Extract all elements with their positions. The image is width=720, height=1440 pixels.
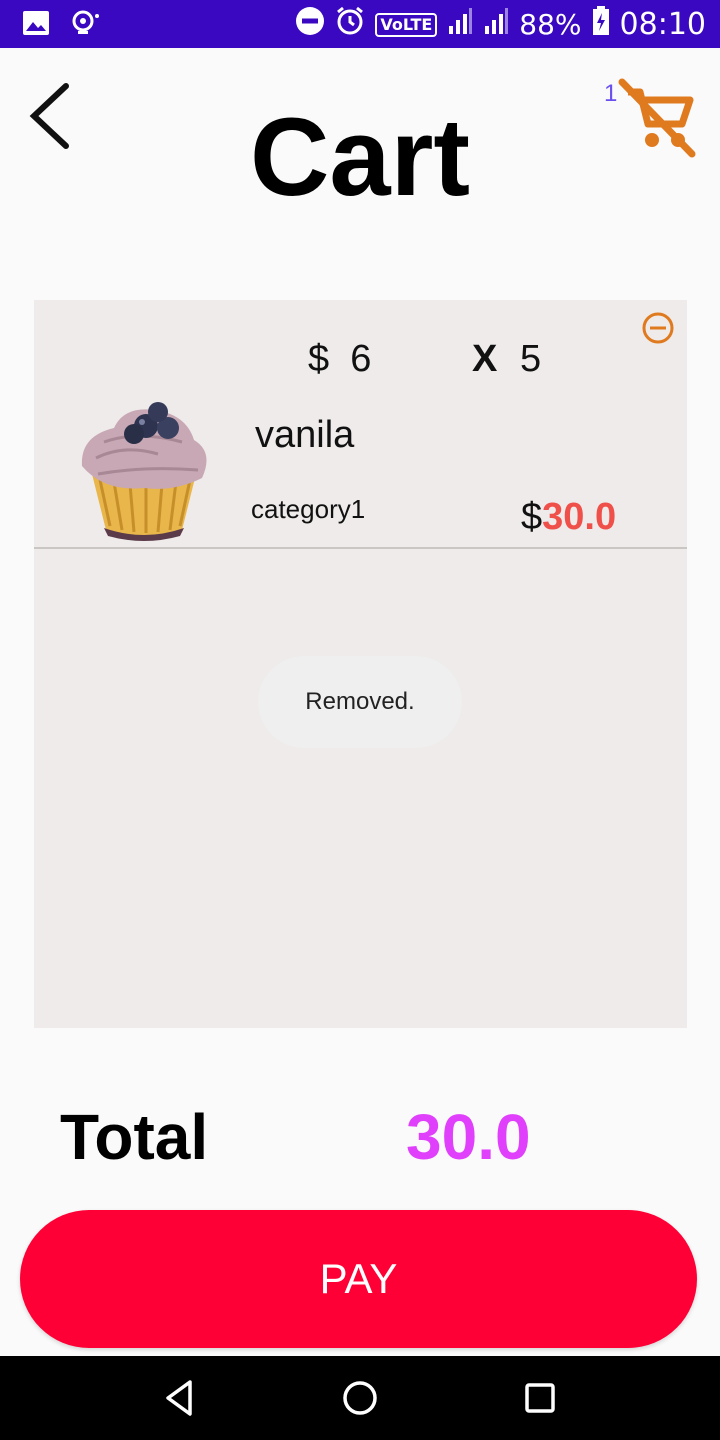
nav-recents-icon bbox=[525, 1383, 555, 1413]
product-name: vanila bbox=[255, 414, 355, 456]
item-total-value: 30.0 bbox=[542, 496, 617, 538]
nav-back-button[interactable] bbox=[158, 1376, 202, 1420]
navigation-bar bbox=[0, 1356, 720, 1440]
status-bar: VoLTE 88% 08:10 bbox=[0, 0, 720, 48]
cart-list: $ 6 X 5 vanila category1 $30.0 Removed. bbox=[34, 300, 687, 1028]
alarm-icon bbox=[335, 6, 365, 43]
item-total: $30.0 bbox=[521, 496, 616, 539]
page-title: Cart bbox=[249, 96, 471, 219]
toast-message: Removed. bbox=[258, 656, 462, 748]
remove-circle-icon bbox=[642, 312, 674, 344]
remove-shopping-cart-icon bbox=[618, 78, 696, 158]
total-value: 30.0 bbox=[406, 1101, 531, 1173]
quantity-value: 5 bbox=[520, 338, 542, 380]
pay-button[interactable]: PAY bbox=[20, 1210, 697, 1348]
battery-charging-icon bbox=[592, 6, 610, 43]
total-currency-symbol: $ bbox=[521, 496, 543, 538]
nav-home-icon bbox=[343, 1381, 377, 1415]
battery-level: 88% bbox=[519, 8, 582, 41]
location-icon bbox=[72, 10, 100, 40]
unit-price-value: 6 bbox=[350, 338, 372, 380]
cart-item: $ 6 X 5 vanila category1 $30.0 bbox=[34, 300, 687, 549]
quantity-symbol: X bbox=[472, 338, 498, 380]
nav-recents-button[interactable] bbox=[518, 1376, 562, 1420]
product-category: category1 bbox=[251, 494, 366, 524]
signal-icon bbox=[447, 6, 473, 43]
remove-item-button[interactable] bbox=[641, 311, 675, 345]
unit-price: $ 6 bbox=[308, 338, 371, 381]
volte-badge: VoLTE bbox=[375, 12, 438, 37]
product-image bbox=[74, 396, 214, 542]
currency-symbol: $ bbox=[308, 338, 330, 380]
cart-button[interactable] bbox=[614, 78, 698, 158]
gallery-icon bbox=[22, 10, 50, 40]
total-label: Total bbox=[60, 1101, 209, 1173]
signal-icon bbox=[483, 6, 509, 43]
nav-home-button[interactable] bbox=[338, 1376, 382, 1420]
dnd-icon bbox=[295, 6, 325, 43]
nav-back-icon bbox=[166, 1380, 192, 1416]
cupcake-icon bbox=[81, 402, 207, 541]
clock: 08:10 bbox=[619, 7, 706, 42]
